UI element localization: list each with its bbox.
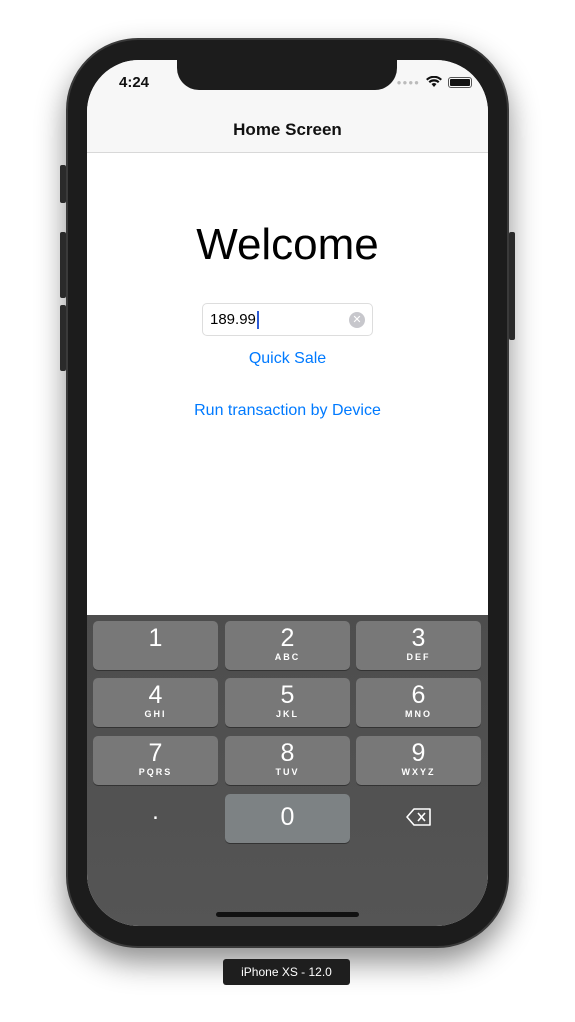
clear-icon[interactable]: ✕ — [349, 312, 365, 328]
key-letters: MNO — [405, 709, 432, 719]
key-digit: 4 — [148, 681, 163, 709]
key-digit: 8 — [280, 739, 295, 767]
key-4[interactable]: 4 GHI — [93, 678, 218, 727]
key-letters: DEF — [406, 652, 431, 662]
device-label: iPhone XS - 12.0 — [223, 959, 350, 985]
notch — [177, 60, 397, 90]
key-8[interactable]: 8 TUV — [225, 736, 350, 785]
amount-value: 189.99 — [210, 311, 256, 328]
key-digit: 3 — [411, 624, 426, 652]
key-digit: 7 — [148, 739, 163, 767]
delete-key[interactable] — [356, 808, 481, 831]
key-3[interactable]: 3 DEF — [356, 621, 481, 670]
key-letters: PQRS — [138, 767, 173, 777]
key-decimal[interactable]: . — [93, 798, 218, 826]
key-7[interactable]: 7 PQRS — [93, 736, 218, 785]
signal-icon: ●●●● — [396, 77, 420, 87]
key-letters: GHI — [144, 709, 167, 719]
page-title: Home Screen — [233, 120, 342, 139]
key-digit: 0 — [280, 803, 295, 831]
battery-icon — [448, 76, 472, 88]
key-letters: JKL — [275, 709, 299, 719]
quick-sale-button[interactable]: Quick Sale — [87, 350, 488, 368]
key-5[interactable]: 5 JKL — [225, 678, 350, 727]
amount-input[interactable]: 189.99 ✕ — [202, 303, 373, 336]
status-time: 4:24 — [119, 74, 150, 91]
run-transaction-by-device-button[interactable]: Run transaction by Device — [87, 402, 488, 420]
key-digit: 2 — [280, 624, 295, 652]
text-caret — [256, 310, 259, 329]
mute-switch — [60, 165, 66, 203]
volume-up-button — [60, 232, 66, 298]
key-9[interactable]: 9 WXYZ — [356, 736, 481, 785]
key-0[interactable]: 0 — [225, 794, 350, 843]
key-letters: WXYZ — [401, 767, 436, 777]
volume-down-button — [60, 305, 66, 371]
key-6[interactable]: 6 MNO — [356, 678, 481, 727]
key-letters: TUV — [275, 767, 300, 777]
status-icons: ●●●● — [397, 76, 472, 88]
key-digit: 6 — [411, 681, 426, 709]
key-digit: 9 — [411, 739, 426, 767]
delete-icon — [405, 808, 431, 826]
side-button — [509, 232, 515, 340]
key-letters: ABC — [274, 652, 301, 662]
screen: 4:24 ●●●● Home Screen Welcome 189.99 ✕ Q… — [87, 60, 488, 926]
welcome-heading: Welcome — [196, 220, 379, 269]
wifi-icon — [426, 76, 442, 87]
key-1[interactable]: 1 — [93, 621, 218, 670]
key-digit: 1 — [148, 624, 163, 652]
key-digit: 5 — [280, 681, 295, 709]
key-2[interactable]: 2 ABC — [225, 621, 350, 670]
numeric-keypad: 1 2 ABC 3 DEF 4 GHI 5 JKL 6 MNO 7 PQRS 8 TUV 9W… — [87, 615, 488, 926]
home-indicator[interactable] — [216, 912, 359, 917]
